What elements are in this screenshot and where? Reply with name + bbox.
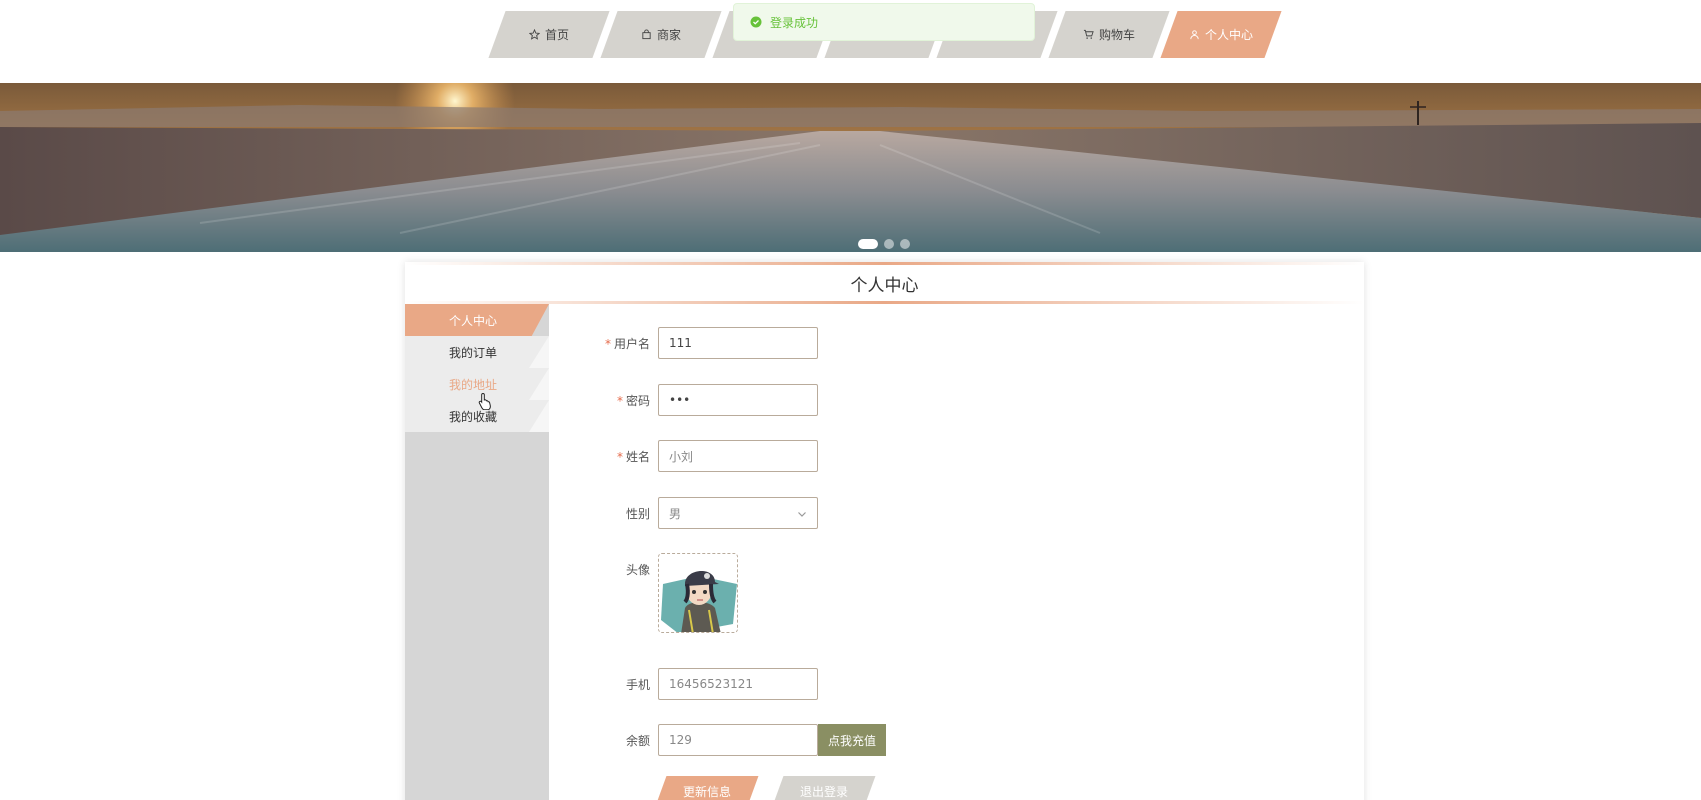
carousel-indicators <box>858 239 910 249</box>
name-row: * 姓名 小刘 <box>550 440 818 472</box>
required-mark: * <box>616 449 623 464</box>
bag-icon <box>641 29 653 41</box>
avatar-upload[interactable] <box>658 553 738 633</box>
username-input[interactable]: 111 <box>658 327 818 359</box>
gender-row: 性别 男 <box>550 497 818 529</box>
required-mark: * <box>616 393 623 408</box>
star-icon <box>529 29 541 41</box>
gender-value: 男 <box>669 506 682 521</box>
toast-message: 登录成功 <box>770 15 819 30</box>
profile-form: * 用户名 111 * 密码 ••• * 姓名 小刘 性别 男 头像 手机 16… <box>550 304 1364 800</box>
carousel-dot-1[interactable] <box>858 239 878 249</box>
username-label: 用户名 <box>613 336 650 351</box>
user-icon <box>1189 29 1201 41</box>
balance-row: 余额 129 点我充值 <box>550 724 886 756</box>
phone-row: 手机 16456523121 <box>550 668 818 700</box>
balance-input[interactable]: 129 <box>658 724 818 756</box>
cart-icon <box>1083 29 1095 41</box>
avatar-label: 头像 <box>625 563 650 577</box>
sidebar-item-label: 我的收藏 <box>448 409 497 424</box>
card-title: 个人中心 <box>405 262 1364 304</box>
username-row: * 用户名 111 <box>550 327 818 359</box>
avatar-row: 头像 <box>550 553 738 633</box>
nav-item-merchant[interactable]: 商家 <box>600 11 722 58</box>
carousel-dot-3[interactable] <box>900 239 910 249</box>
phone-input[interactable]: 16456523121 <box>658 668 818 700</box>
update-info-label: 更新信息 <box>682 784 731 799</box>
nav-item-profile[interactable]: 个人中心 <box>1160 11 1282 58</box>
logout-button[interactable]: 退出登录 <box>772 776 876 800</box>
sidebar: 个人中心 我的订单 我的地址 我的收藏 <box>405 304 549 800</box>
banner-carousel[interactable] <box>0 83 1701 252</box>
sidebar-item-orders[interactable]: 我的订单 <box>405 336 549 368</box>
name-label: 姓名 <box>625 449 650 464</box>
gender-label: 性别 <box>625 506 650 521</box>
success-toast: 登录成功 <box>733 3 1035 41</box>
carousel-dot-2[interactable] <box>884 239 894 249</box>
update-info-button[interactable]: 更新信息 <box>655 776 759 800</box>
chevron-down-icon <box>797 508 807 518</box>
hand-pointer-icon <box>478 392 492 411</box>
balance-label: 余额 <box>625 733 650 748</box>
gender-select[interactable]: 男 <box>658 497 818 529</box>
nav-label: 商家 <box>656 28 681 42</box>
sidebar-item-label: 我的订单 <box>448 345 497 360</box>
profile-card: 个人中心 个人中心 我的订单 我的地址 我的收藏 * 用户名 111 * 密码 … <box>405 262 1364 800</box>
nav-item-cart[interactable]: 购物车 <box>1048 11 1170 58</box>
nav-label: 首页 <box>544 28 569 42</box>
password-row: * 密码 ••• <box>550 384 818 416</box>
sidebar-item-profile[interactable]: 个人中心 <box>405 304 549 336</box>
recharge-button[interactable]: 点我充值 <box>818 724 886 756</box>
name-input[interactable]: 小刘 <box>658 440 818 472</box>
logout-label: 退出登录 <box>799 784 848 799</box>
nav-item-home[interactable]: 首页 <box>488 11 610 58</box>
password-input[interactable]: ••• <box>658 384 818 416</box>
check-circle-icon <box>750 16 762 28</box>
password-label: 密码 <box>625 393 650 408</box>
sidebar-item-label: 我的地址 <box>448 377 497 392</box>
banner-image <box>0 83 1701 252</box>
avatar-image <box>659 554 737 632</box>
sidebar-item-address[interactable]: 我的地址 <box>405 368 549 400</box>
phone-label: 手机 <box>625 677 650 692</box>
required-mark: * <box>604 336 611 351</box>
nav-label: 个人中心 <box>1204 28 1253 42</box>
sidebar-item-favorites[interactable]: 我的收藏 <box>405 400 549 432</box>
nav-label: 购物车 <box>1098 28 1135 42</box>
sidebar-item-label: 个人中心 <box>448 313 497 328</box>
